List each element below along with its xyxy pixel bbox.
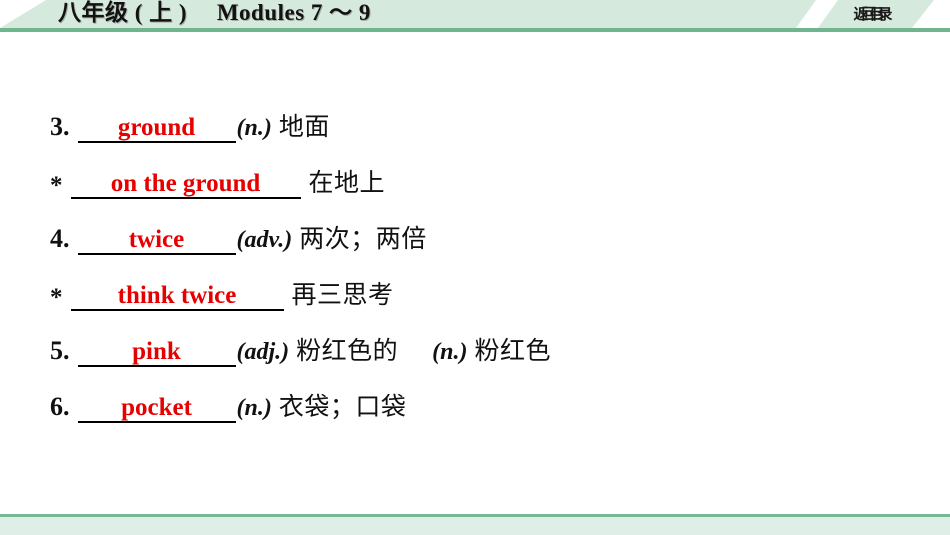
entry-marker: * [50,172,63,199]
answer-blank[interactable]: think twice [70,282,284,312]
slide-header: 八年级 ( 上 ) Modules 7 ～ 9 返回目录 [0,0,950,32]
answer-blank[interactable]: pink [77,338,236,368]
chinese-meaning: 两次；两倍 [299,224,427,253]
chinese-meaning: 衣袋；口袋 [278,392,407,421]
chinese-meaning: 在地上 [308,168,386,197]
vocabulary-list: 3. ground (n.) 地面 * on the ground 在地上 4. twice (a… [0,32,950,514]
chinese-meaning: 粉红色的 [296,336,399,365]
answer-blank[interactable]: ground [77,114,236,144]
part-of-speech: (adj.) [236,339,290,365]
vocabulary-entry: 5. pink (adj.) 粉红色的 (n.) 粉红色 [50,336,552,368]
footer-background-band [0,517,950,535]
chinese-meaning-secondary: 粉红色 [474,336,552,365]
vocabulary-entry: 4. twice (adv.) 两次；两倍 [50,224,427,256]
entry-marker: 5. [50,336,70,365]
vocabulary-entry: * think twice 再三思考 [50,280,394,312]
part-of-speech: (n.) [236,115,272,141]
answer-blank[interactable]: pocket [77,394,236,424]
slide-footer [0,514,950,535]
answer-blank[interactable]: on the ground [70,170,301,200]
vocabulary-entry: * on the ground 在地上 [50,168,386,200]
chinese-meaning: 地面 [278,112,330,141]
part-of-speech: (n.) [236,395,272,421]
part-of-speech-secondary: (n.) [432,339,468,365]
back-to-contents-button[interactable]: 返回目录 [838,0,908,28]
entry-marker: 4. [50,224,70,253]
vocabulary-entry: 6. pocket (n.) 衣袋；口袋 [50,392,407,424]
chinese-meaning: 再三思考 [291,280,394,309]
answer-blank[interactable]: twice [77,226,236,256]
vocabulary-entry: 3. ground (n.) 地面 [50,112,330,144]
entry-marker: 6. [50,392,70,421]
entry-marker: 3. [50,112,70,141]
page-title: 八年级 ( 上 ) Modules 7 ～ 9 [58,0,371,25]
part-of-speech: (adv.) [236,227,293,253]
entry-marker: * [50,284,63,311]
